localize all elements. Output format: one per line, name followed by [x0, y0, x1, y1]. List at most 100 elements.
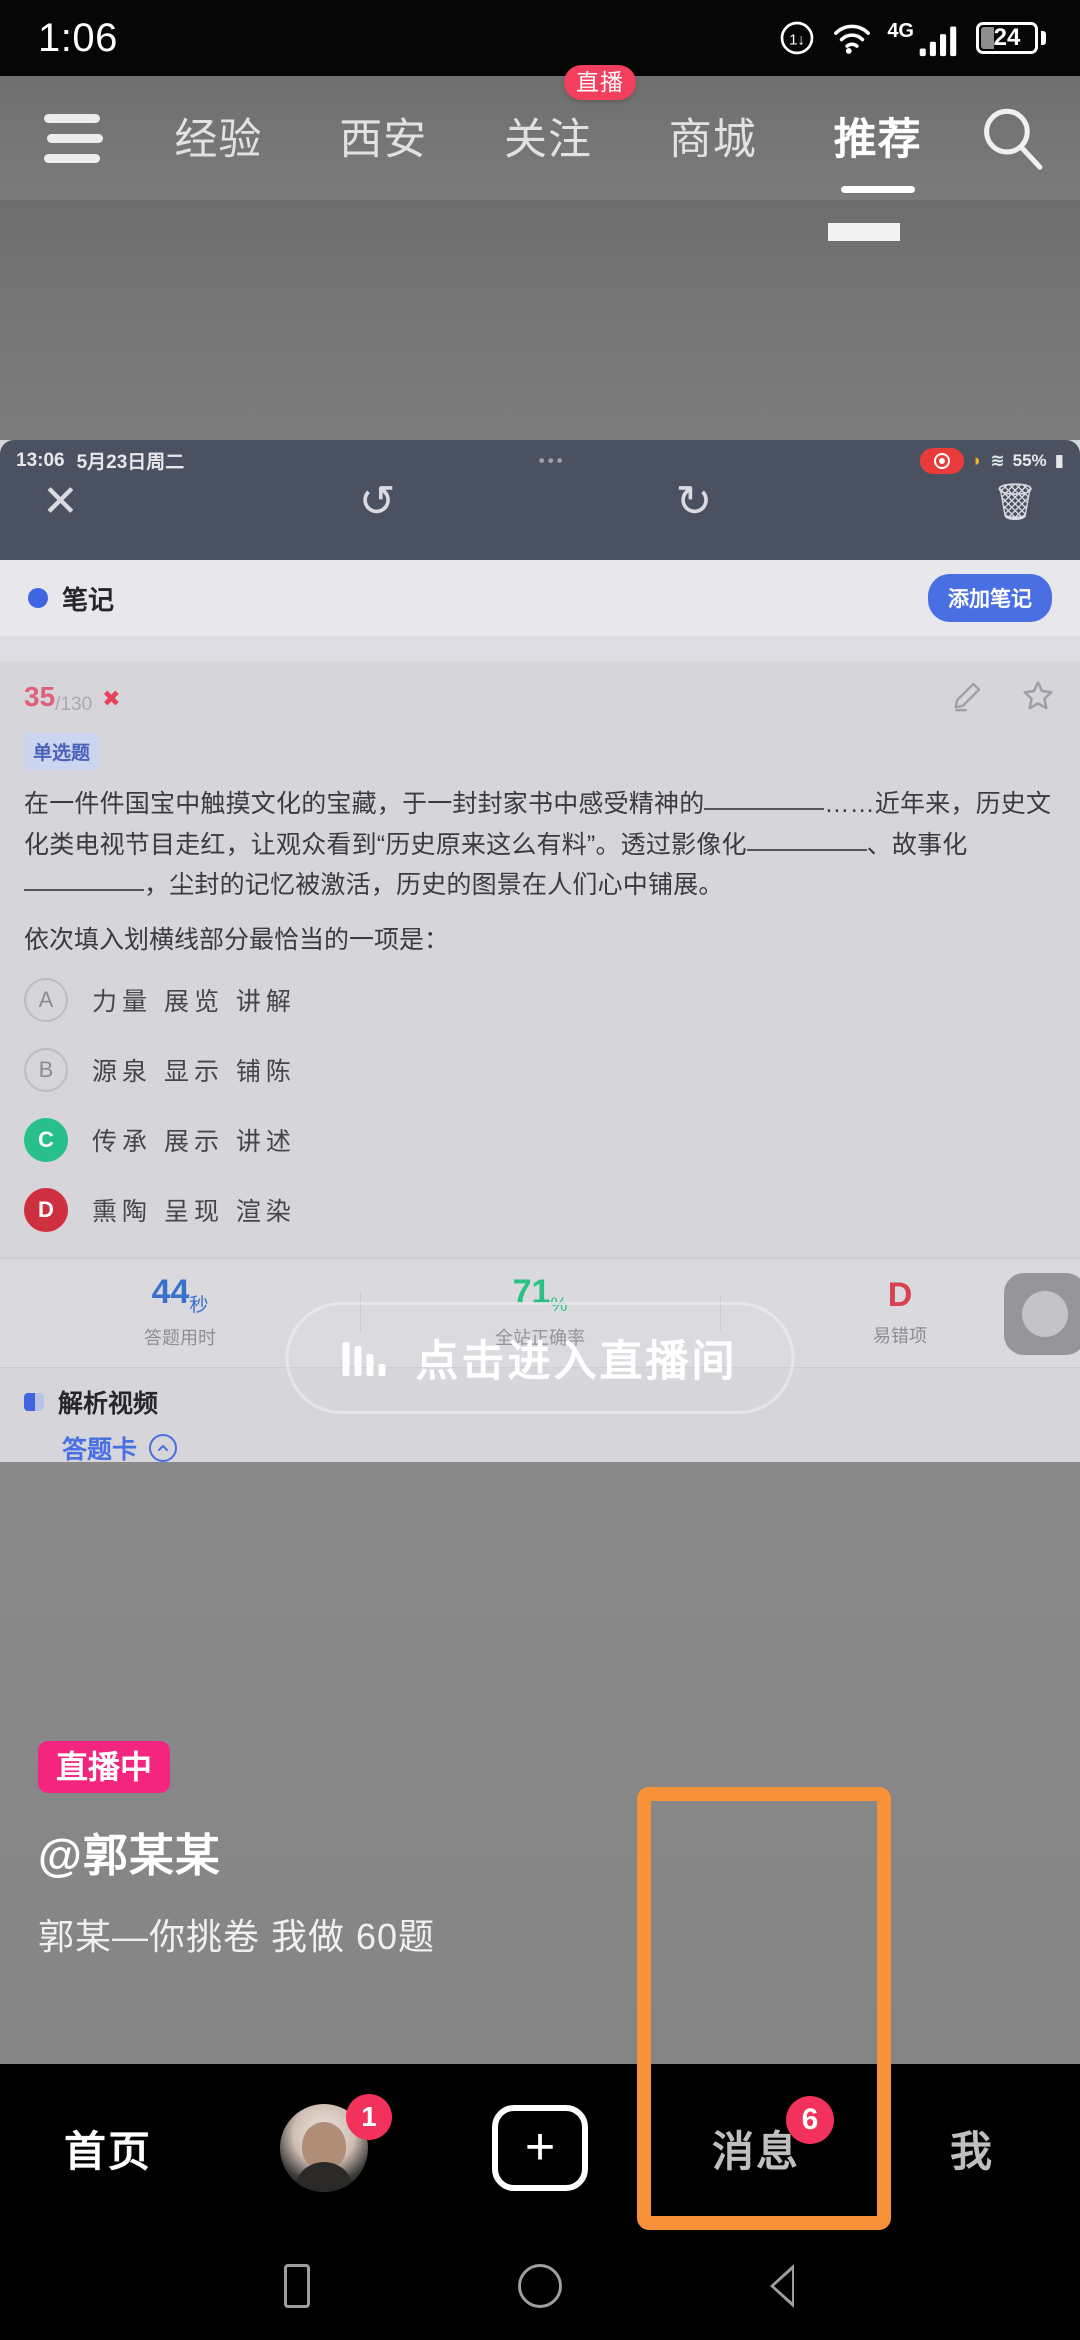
option-key: B — [24, 1047, 68, 1092]
question-type-tag: 单选题 — [24, 733, 100, 770]
tab-home-label: 首页 — [63, 2127, 152, 2175]
wrong-mark-icon: ✖ — [102, 685, 121, 711]
option-text: 熏陶 呈现 渲染 — [92, 1197, 296, 1226]
nav-tab-label: 关注 — [503, 116, 592, 164]
note-title: 笔记 — [62, 584, 115, 615]
close-icon[interactable]: ✕ — [42, 480, 79, 524]
section-divider — [0, 636, 1080, 662]
wifi-icon — [834, 24, 871, 54]
circle-home-icon[interactable] — [518, 2264, 562, 2308]
question-meta: 35/130 ✖ — [24, 678, 1056, 719]
option-key: C — [24, 1117, 68, 1162]
option-text: 源泉 显示 铺陈 — [92, 1057, 296, 1086]
streamer-info: 直播中 @郭某某 郭某—你挑卷 我做 60题 — [38, 1741, 435, 1960]
audio-bars-icon — [342, 1340, 386, 1376]
active-tab-underline — [840, 186, 915, 193]
power-saving-icon: 1↓ — [780, 21, 814, 55]
option-b[interactable]: B 源泉 显示 铺陈 — [24, 1047, 1056, 1092]
embedded-dots: ••• — [538, 450, 566, 470]
answer-options: A 力量 展览 讲解 B 源泉 显示 铺陈 C 传承 展示 讲述 D 熏陶 呈现… — [24, 977, 1056, 1232]
undo-icon[interactable]: ↺ — [359, 480, 396, 524]
question-prompt: 依次填入划横线部分最恰当的一项是： — [24, 925, 450, 954]
star-icon[interactable] — [1020, 678, 1056, 719]
plus-label: + — [524, 2118, 556, 2177]
square-recents-icon[interactable] — [284, 2264, 310, 2308]
search-icon[interactable] — [974, 105, 1050, 171]
add-note-button[interactable]: 添加笔记 — [928, 574, 1052, 622]
option-key: D — [24, 1187, 68, 1232]
blank-line — [746, 848, 867, 851]
question-text-p1: 在一件件国宝中触摸文化的宝藏，于一封封家书中感受精神的 — [24, 790, 705, 818]
nav-tab-xian[interactable]: 西安 — [339, 105, 427, 171]
question-body: 35/130 ✖ 单选题 在一件件国宝中触摸文化的宝藏，于一封封家书中感受精神的…… — [0, 662, 1080, 1368]
record-icon — [920, 447, 965, 474]
system-navigation-bar — [0, 2232, 1080, 2340]
tab-profile-label: 我 — [949, 2127, 994, 2175]
tab-friends[interactable]: 1 — [216, 2064, 432, 2232]
bottom-tab-bar: 首页 1 + 消息 6 我 — [0, 2064, 1080, 2232]
nav-tab-shangcheng[interactable]: 商城 — [669, 105, 757, 171]
question-total: /130 — [55, 694, 93, 716]
tab-profile[interactable]: 我 — [864, 2064, 1080, 2232]
embedded-toolbar: 13:06 5月23日周二 ••• ◗ ≋ 55% ▮ ✕ ↺ ↻ 🗑 — [0, 440, 1080, 560]
battery-icon: 24 — [976, 22, 1046, 54]
blank-line — [704, 808, 825, 810]
streamer-handle[interactable]: @郭某某 — [38, 1819, 435, 1884]
tab-home[interactable]: 首页 — [0, 2064, 216, 2232]
signal-icon — [919, 25, 957, 56]
analysis-video-label[interactable]: 解析视频 — [58, 1384, 158, 1420]
embedded-time: 13:06 — [16, 449, 65, 471]
tab-create[interactable]: + — [432, 2064, 648, 2232]
nav-tab-tuijian[interactable]: 推荐 — [833, 105, 922, 193]
nav-tab-label: 经验 — [174, 116, 263, 164]
nav-tab-label: 西安 — [339, 116, 428, 164]
note-dot-icon — [28, 588, 48, 608]
shutter-button[interactable] — [1004, 1272, 1080, 1355]
stream-title: 郭某—你挑卷 我做 60题 — [38, 1916, 436, 1957]
live-badge: 直播 — [563, 65, 636, 100]
triangle-back-icon[interactable] — [770, 2262, 796, 2310]
delete-icon[interactable]: 🗑 — [992, 484, 1038, 520]
nav-tab-label: 推荐 — [833, 116, 922, 164]
stat-value: 44 — [151, 1272, 190, 1311]
status-bar: 1:06 1↓ 4G 24 — [0, 0, 1080, 76]
svg-text:1↓: 1↓ — [789, 32, 805, 49]
note-header: 笔记 添加笔记 — [0, 560, 1080, 636]
live-status-badge: 直播中 — [38, 1741, 171, 1793]
question-text-p4: ，尘封的记忆被激活，历史的图景在人们心中铺展。 — [144, 871, 724, 899]
option-a[interactable]: A 力量 展览 讲解 — [24, 977, 1056, 1022]
chevron-up-icon[interactable] — [149, 1433, 178, 1462]
nav-tab-guanzhu[interactable]: 关注 直播 — [503, 65, 636, 171]
top-navigation-bar: 经验 西安 关注 直播 商城 推荐 — [0, 65, 1080, 200]
option-key: A — [24, 977, 68, 1022]
enter-live-room-button[interactable]: 点击进入直播间 — [285, 1302, 795, 1414]
status-time: 1:06 — [38, 15, 118, 60]
decorative-blip — [828, 223, 900, 241]
question-index: 35 — [24, 680, 56, 712]
question-text: 在一件件国宝中触摸文化的宝藏，于一封封家书中感受精神的 ……近年来，历史文化类电视… — [24, 784, 1056, 906]
redo-icon[interactable]: ↻ — [676, 480, 713, 524]
enter-live-room-label: 点击进入直播间 — [415, 1338, 738, 1386]
option-d[interactable]: D 熏陶 呈现 渲染 — [24, 1187, 1056, 1232]
nav-tab-label: 商城 — [668, 116, 757, 164]
messages-badge: 6 — [786, 2095, 834, 2144]
option-text: 力量 展览 讲解 — [92, 987, 296, 1016]
embedded-date: 5月23日周二 — [76, 452, 185, 473]
question-text-p3: 、故事化 — [866, 830, 968, 859]
option-text: 传承 展示 讲述 — [92, 1127, 296, 1156]
stat-unit: 秒 — [189, 1294, 209, 1316]
embedded-battery: 55% — [1012, 450, 1047, 470]
live-feed-stage[interactable]: 13:06 5月23日周二 ••• ◗ ≋ 55% ▮ ✕ ↺ ↻ 🗑 笔记 添… — [0, 200, 1080, 2064]
answer-sheet-label[interactable]: 答题卡 — [62, 1430, 137, 1463]
pencil-icon[interactable] — [950, 679, 984, 718]
embedded-tool-row: ✕ ↺ ↻ 🗑 — [0, 474, 1080, 524]
embedded-status-row: 13:06 5月23日周二 ••• ◗ ≋ 55% ▮ — [0, 440, 1080, 474]
plus-icon[interactable]: + — [492, 2105, 588, 2191]
hamburger-icon[interactable] — [30, 113, 108, 163]
stat-value: D — [887, 1275, 913, 1314]
nav-tabs: 经验 西安 关注 直播 商城 推荐 — [108, 65, 974, 193]
battery-level: 24 — [993, 24, 1021, 51]
tab-messages[interactable]: 消息 6 — [648, 2064, 864, 2232]
nav-tab-jingyan[interactable]: 经验 — [174, 105, 262, 171]
option-c[interactable]: C 传承 展示 讲述 — [24, 1117, 1056, 1162]
